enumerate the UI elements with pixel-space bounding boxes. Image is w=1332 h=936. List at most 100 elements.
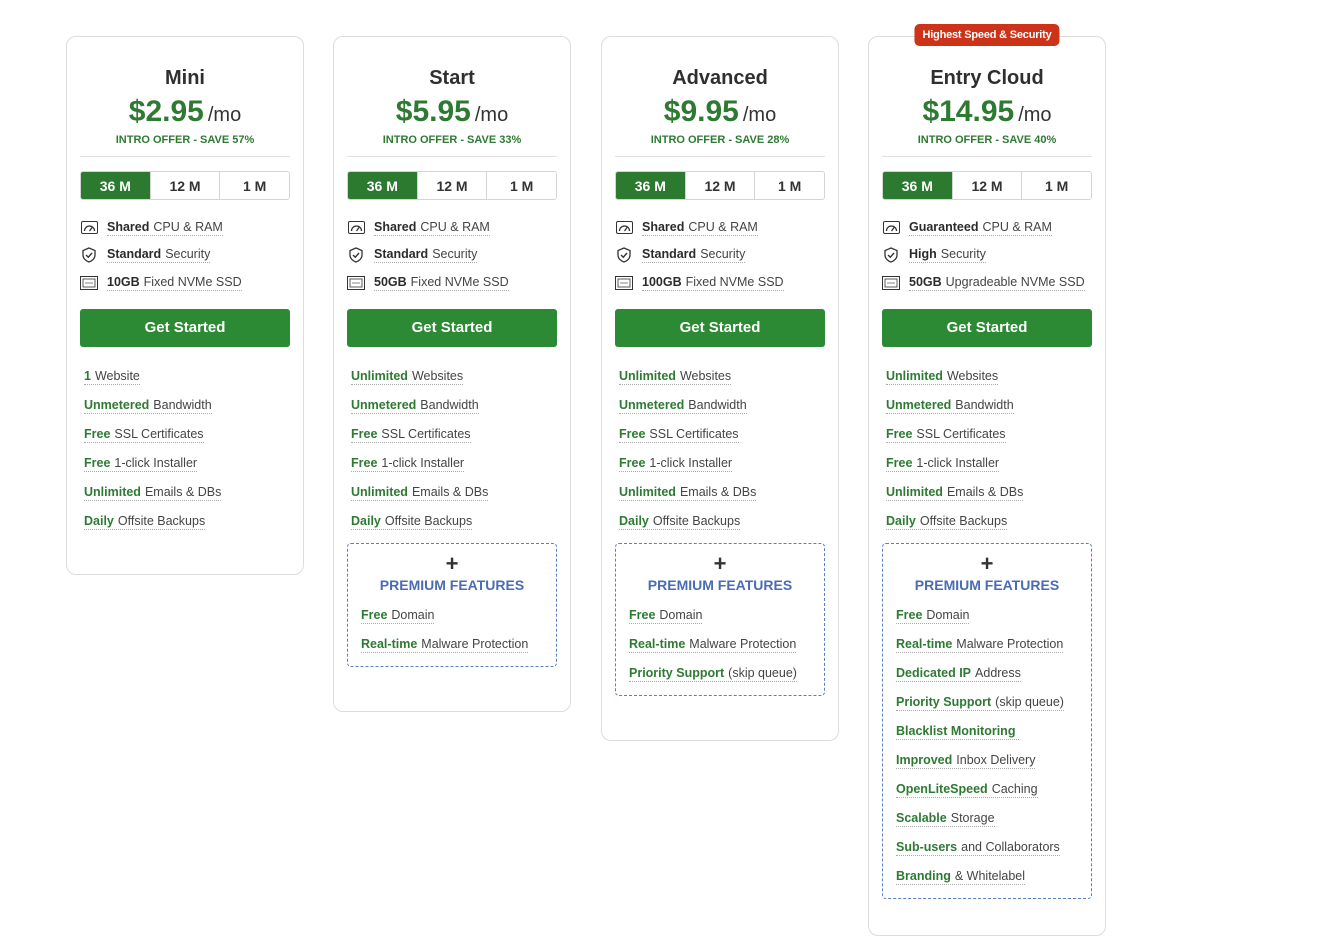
spec-text[interactable]: Guaranteed CPU & RAM [909, 220, 1052, 236]
feature-item: Free SSL Certificates [351, 421, 557, 450]
premium-feature-text[interactable]: Priority Support (skip queue) [629, 666, 797, 682]
feature-highlight: Free [896, 608, 923, 622]
spec-text[interactable]: Standard Security [374, 247, 478, 264]
spec-text[interactable]: Shared CPU & RAM [642, 220, 758, 236]
feature-text[interactable]: Free SSL Certificates [619, 427, 739, 443]
spec-list: Guaranteed CPU & RAM High Security 50GB Upgra… [882, 214, 1092, 297]
feature-item: Unmetered Bandwidth [351, 392, 557, 421]
premium-feature-text[interactable]: Sub-users and Collaborators [896, 840, 1060, 856]
feature-label: SSL Certificates [649, 427, 739, 441]
term-option[interactable]: 12 M [416, 172, 487, 199]
spec-item: High Security [882, 242, 1092, 270]
feature-highlight: Unmetered [84, 398, 150, 412]
feature-highlight: Free [886, 427, 913, 441]
spec-text[interactable]: 50GB Fixed NVMe SSD [374, 275, 509, 291]
ssd-icon [80, 275, 98, 290]
get-started-button[interactable]: Get Started [615, 308, 825, 347]
spec-text[interactable]: Shared CPU & RAM [374, 220, 490, 236]
feature-text[interactable]: Unlimited Websites [351, 369, 464, 385]
feature-text[interactable]: Unmetered Bandwidth [351, 398, 479, 414]
premium-feature-text[interactable]: Real-time Malware Protection [629, 637, 797, 653]
get-started-button[interactable]: Get Started [80, 308, 290, 347]
term-option[interactable]: 1 M [1021, 172, 1091, 199]
feature-item: Unmetered Bandwidth [84, 392, 290, 421]
feature-label: Bandwidth [688, 398, 747, 412]
premium-feature-text[interactable]: Branding & Whitelabel [896, 869, 1026, 885]
term-option[interactable]: 12 M [684, 172, 755, 199]
feature-label: Domain [926, 608, 970, 622]
term-option[interactable]: 36 M [81, 172, 150, 199]
get-started-button[interactable]: Get Started [347, 308, 557, 347]
feature-text[interactable]: Free SSL Certificates [351, 427, 471, 443]
feature-text[interactable]: Daily Offsite Backups [84, 514, 206, 530]
divider [615, 156, 825, 157]
premium-feature-text[interactable]: Improved Inbox Delivery [896, 753, 1036, 769]
term-option[interactable]: 1 M [754, 172, 824, 199]
premium-feature-text[interactable]: OpenLiteSpeed Caching [896, 782, 1038, 798]
term-option[interactable]: 36 M [883, 172, 952, 199]
feature-text[interactable]: Unlimited Emails & DBs [84, 485, 222, 501]
feature-text[interactable]: Daily Offsite Backups [886, 514, 1008, 530]
feature-text[interactable]: Unmetered Bandwidth [886, 398, 1014, 414]
spec-text[interactable]: Standard Security [107, 247, 211, 264]
feature-text[interactable]: Unmetered Bandwidth [619, 398, 747, 414]
feature-list: Unlimited Websites Unmetered Bandwidth Free S… [882, 363, 1092, 537]
feature-text[interactable]: Unlimited Websites [886, 369, 999, 385]
feature-text[interactable]: 1 Website [84, 369, 140, 385]
spec-text[interactable]: Standard Security [642, 247, 746, 264]
feature-highlight: Free [361, 608, 388, 622]
feature-text[interactable]: Free 1-click Installer [84, 456, 198, 472]
spec-text[interactable]: 50GB Upgradeable NVMe SSD [909, 275, 1085, 291]
spec-text[interactable]: 10GB Fixed NVMe SSD [107, 275, 242, 291]
premium-feature-text[interactable]: Real-time Malware Protection [896, 637, 1064, 653]
spec-item: 50GB Fixed NVMe SSD [347, 269, 557, 297]
get-started-button[interactable]: Get Started [882, 308, 1092, 347]
term-option[interactable]: 12 M [951, 172, 1022, 199]
term-option[interactable]: 12 M [149, 172, 220, 199]
premium-feature-text[interactable]: Real-time Malware Protection [361, 637, 529, 653]
feature-highlight: Real-time [361, 637, 418, 651]
feature-text[interactable]: Free 1-click Installer [351, 456, 465, 472]
feature-label: Address [975, 666, 1021, 680]
feature-text[interactable]: Free SSL Certificates [84, 427, 204, 443]
feature-label: Offsite Backups [117, 514, 206, 528]
feature-text[interactable]: Unmetered Bandwidth [84, 398, 212, 414]
premium-feature-item: Real-time Malware Protection [896, 631, 1091, 660]
feature-label: Emails & DBs [679, 485, 757, 499]
term-option[interactable]: 36 M [348, 172, 417, 199]
term-option[interactable]: 1 M [219, 172, 289, 199]
premium-feature-text[interactable]: Blacklist Monitoring [896, 724, 1020, 740]
spec-text[interactable]: High Security [909, 247, 986, 264]
feature-label: 1-click Installer [649, 456, 733, 470]
premium-feature-text[interactable]: Free Domain [896, 608, 970, 624]
feature-text[interactable]: Free 1-click Installer [619, 456, 733, 472]
feature-item: Free 1-click Installer [84, 450, 290, 479]
feature-highlight: Free [886, 456, 913, 470]
spec-text[interactable]: 100GB Fixed NVMe SSD [642, 275, 784, 291]
spec-text[interactable]: Shared CPU & RAM [107, 220, 223, 236]
spec-list: Shared CPU & RAM Standard Security 50GB Fixed… [347, 214, 557, 297]
feature-text[interactable]: Free SSL Certificates [886, 427, 1006, 443]
feature-highlight: 1 [84, 369, 91, 383]
feature-text[interactable]: Free 1-click Installer [886, 456, 1000, 472]
premium-feature-item: Branding & Whitelabel [896, 863, 1091, 892]
feature-text[interactable]: Unlimited Emails & DBs [619, 485, 757, 501]
feature-label: Websites [679, 369, 732, 383]
premium-feature-text[interactable]: Scalable Storage [896, 811, 995, 827]
feature-text[interactable]: Unlimited Websites [619, 369, 732, 385]
feature-text[interactable]: Daily Offsite Backups [351, 514, 473, 530]
feature-item: Unlimited Emails & DBs [84, 479, 290, 508]
term-option[interactable]: 36 M [616, 172, 685, 199]
feature-text[interactable]: Daily Offsite Backups [619, 514, 741, 530]
premium-features-title: PREMIUM FEATURES [379, 576, 525, 593]
premium-feature-text[interactable]: Free Domain [361, 608, 435, 624]
premium-feature-item: Blacklist Monitoring [896, 718, 1091, 747]
premium-feature-text[interactable]: Free Domain [629, 608, 703, 624]
feature-text[interactable]: Unlimited Emails & DBs [351, 485, 489, 501]
feature-label: Bandwidth [955, 398, 1014, 412]
feature-text[interactable]: Unlimited Emails & DBs [886, 485, 1024, 501]
premium-feature-text[interactable]: Priority Support (skip queue) [896, 695, 1064, 711]
premium-feature-text[interactable]: Dedicated IP Address [896, 666, 1021, 682]
term-option[interactable]: 1 M [486, 172, 556, 199]
spec-highlight: 10GB [107, 274, 140, 289]
